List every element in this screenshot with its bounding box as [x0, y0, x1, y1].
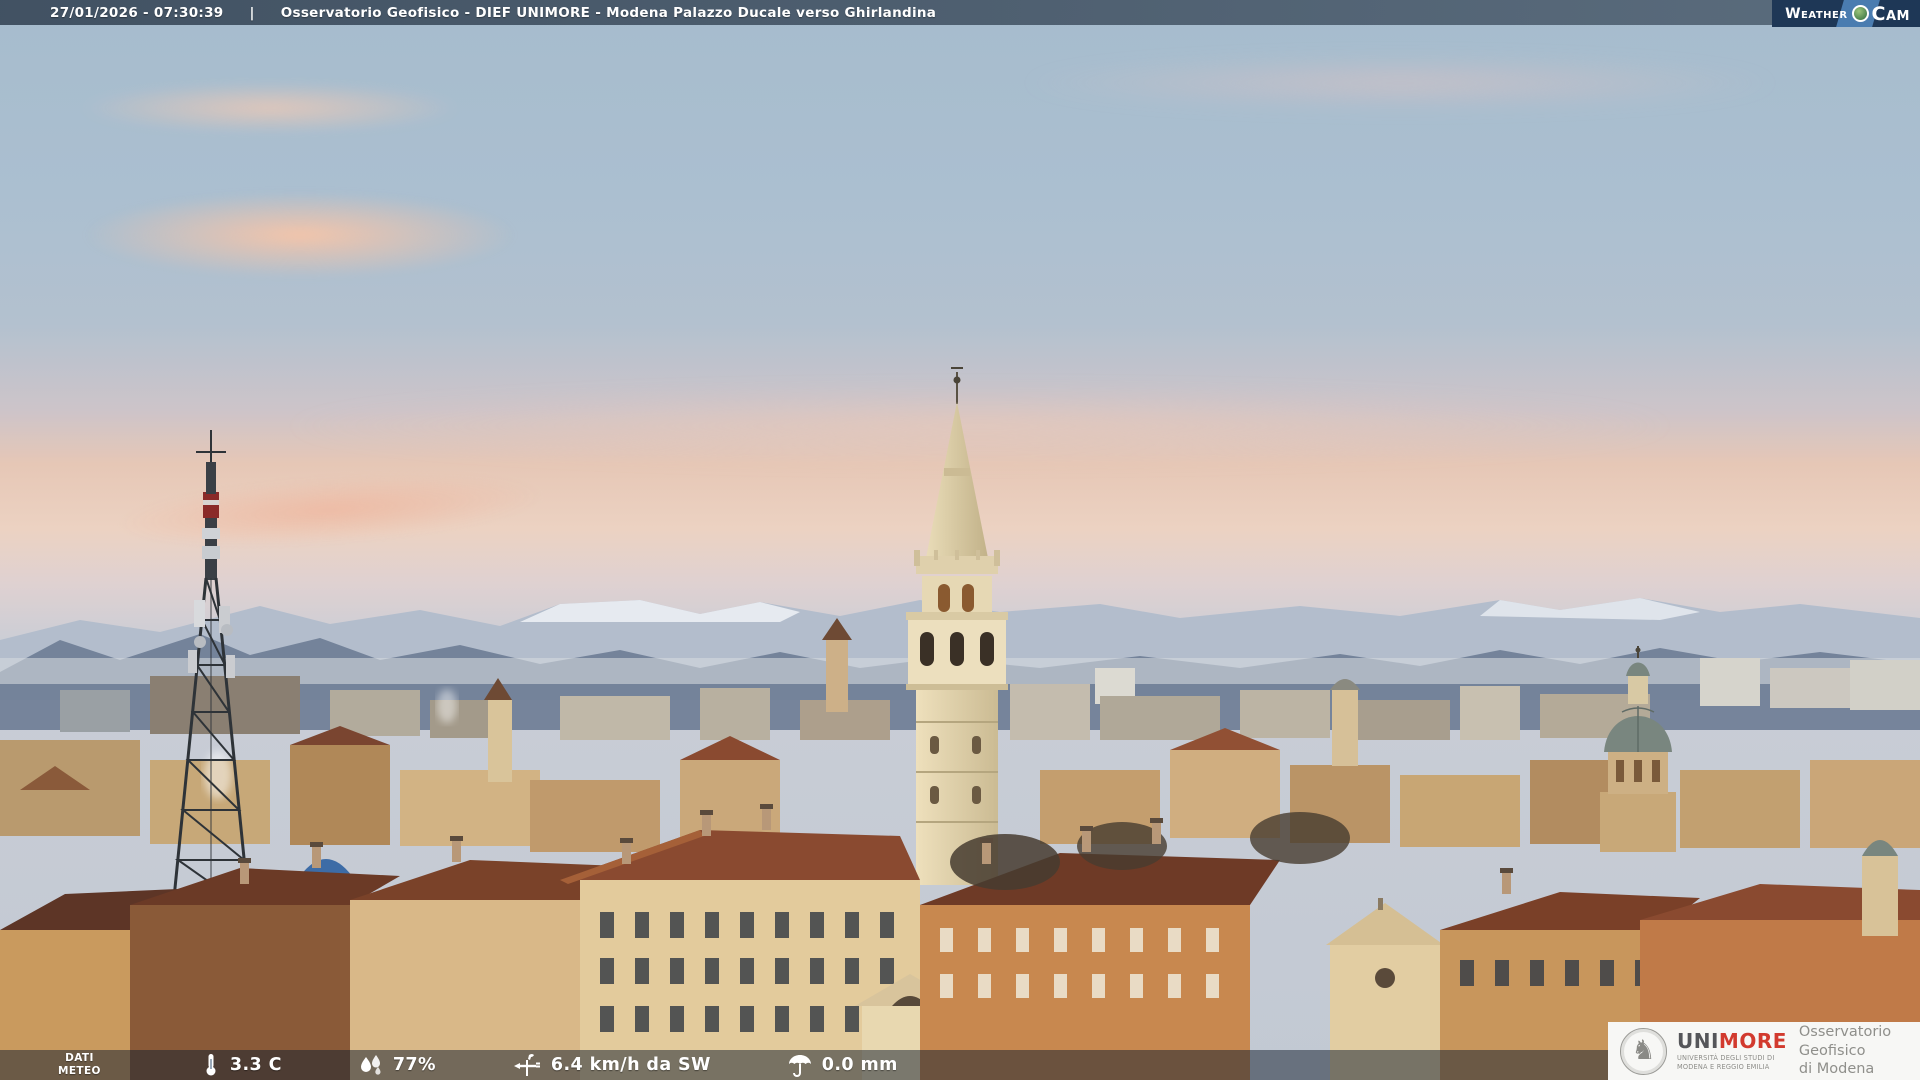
unimore-wordmark: UNIMORE UNIVERSITÀ DEGLI STUDI DI MODENA… [1677, 1031, 1787, 1071]
umbrella-icon [787, 1052, 813, 1078]
wind-reading: 6.4 km/h da SW [512, 1052, 711, 1078]
webcam-lens-icon [1852, 5, 1869, 22]
unimore-more-text: MORE [1719, 1029, 1787, 1053]
modena-cityscape [0, 0, 1920, 1080]
weathercam-cam-label: Cam [1872, 3, 1910, 25]
humidity-value: 77% [393, 1055, 436, 1075]
separator: | [249, 5, 254, 21]
weathervane-icon [512, 1052, 542, 1078]
unimore-seal: ♞ [1620, 1028, 1667, 1075]
weathercam-logo[interactable]: Weather Cam [1772, 0, 1920, 27]
wind-value: 6.4 km/h da SW [551, 1055, 711, 1075]
humidity-reading: 77% [358, 1053, 436, 1077]
weathercam-weather-label: Weather [1785, 6, 1847, 22]
webcam-frame: 27/01/2026 - 07:30:39 | Osservatorio Geo… [0, 0, 1920, 1080]
page-title: Osservatorio Geofisico - DIEF UNIMORE - … [281, 5, 937, 21]
temperature-reading: 3.3 C [201, 1053, 282, 1077]
observatory-name: Osservatorio Geofisico di Modena [1799, 1023, 1912, 1080]
humidity-icon [358, 1053, 384, 1077]
dati-meteo-label: DATI METEO [58, 1052, 101, 1077]
top-overlay-bar: 27/01/2026 - 07:30:39 | Osservatorio Geo… [0, 0, 1920, 25]
unimore-uni-text: UNI [1677, 1029, 1719, 1053]
temperature-value: 3.3 C [230, 1055, 282, 1075]
timestamp: 27/01/2026 - 07:30:39 [50, 5, 223, 21]
unimore-subtitle: UNIVERSITÀ DEGLI STUDI DI MODENA E REGGI… [1677, 1054, 1787, 1071]
unimore-logo[interactable]: ♞ UNIMORE UNIVERSITÀ DEGLI STUDI DI MODE… [1608, 1022, 1920, 1080]
ghirlandina-tower [906, 368, 1008, 885]
rain-reading: 0.0 mm [787, 1052, 898, 1078]
rain-value: 0.0 mm [822, 1055, 898, 1075]
thermometer-icon [201, 1053, 221, 1077]
